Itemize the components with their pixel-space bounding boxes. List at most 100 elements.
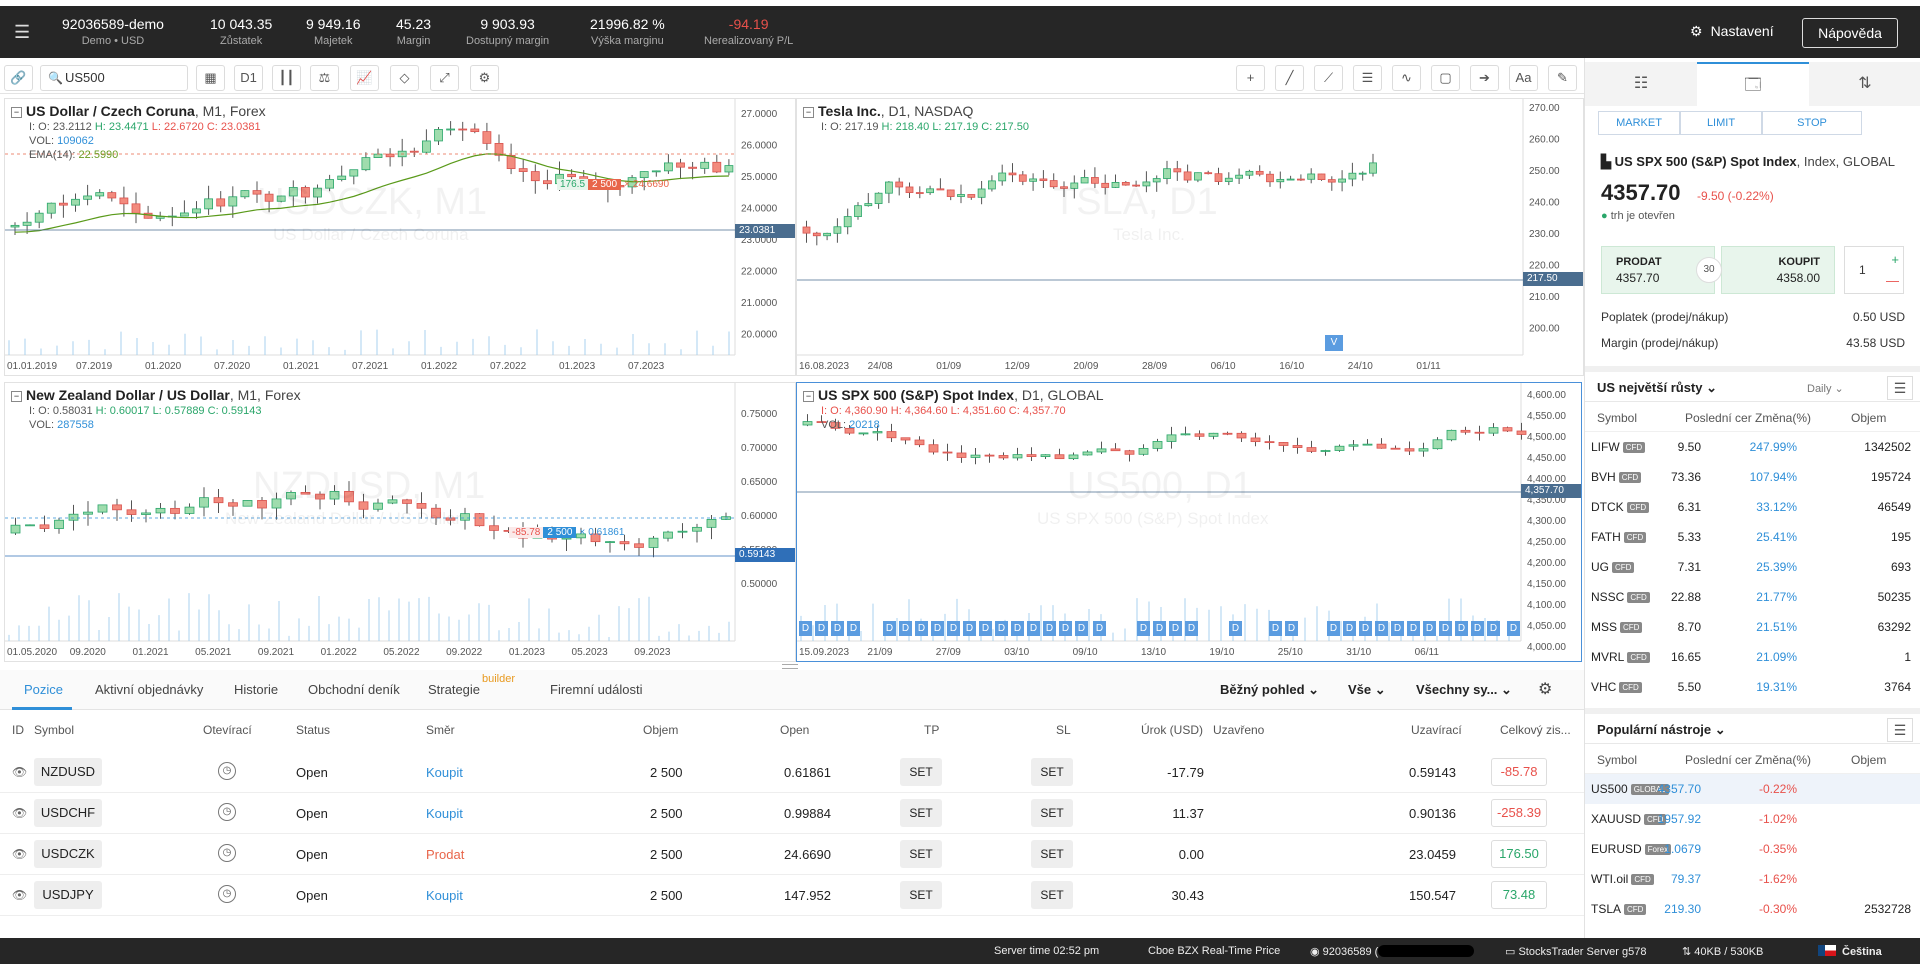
menu-icon[interactable]: ☰ (1887, 718, 1913, 742)
dividend-marker[interactable]: D (883, 621, 896, 636)
dividend-marker[interactable]: D (963, 621, 976, 636)
col-symbol[interactable]: Symbol (34, 723, 74, 737)
dividend-marker[interactable]: D (1391, 621, 1404, 636)
table-row[interactable]: 👁 USDCHF ◷ Open Koupit 2 500 0.99884 SET SET 11.3… (0, 793, 1584, 834)
dividend-marker[interactable]: D (1423, 621, 1436, 636)
col-status[interactable]: Status (296, 723, 330, 737)
dividend-marker[interactable]: D (1327, 621, 1340, 636)
tab-trading-journal[interactable]: Obchodní deník (308, 682, 400, 697)
dividend-marker[interactable]: D (1075, 621, 1088, 636)
eye-icon[interactable]: 👁 (12, 806, 27, 820)
arrow-icon[interactable]: ➔ (1470, 65, 1499, 91)
view-dropdown[interactable]: Běžný pohled ⌄ (1220, 682, 1319, 698)
col-total-pl[interactable]: Celkový zis... (1500, 723, 1571, 737)
language-selector[interactable]: Čeština (1818, 945, 1882, 958)
col-volume[interactable]: Objem (1851, 753, 1886, 767)
tp-set-button[interactable]: SET (900, 881, 942, 909)
dividend-marker[interactable]: D (1093, 621, 1106, 636)
close-icon[interactable]: × (621, 179, 633, 190)
dividend-marker[interactable]: D (899, 621, 912, 636)
dividend-marker[interactable]: D (1359, 621, 1372, 636)
tp-set-button[interactable]: SET (900, 758, 942, 786)
dividend-marker[interactable]: D (1455, 621, 1468, 636)
collapse-icon[interactable]: − (11, 107, 22, 118)
collapse-icon[interactable]: − (803, 107, 814, 118)
period-dropdown[interactable]: Daily ⌄ (1807, 382, 1844, 395)
tab-history[interactable]: Historie (234, 682, 278, 697)
panel-resize-handle[interactable] (782, 664, 798, 669)
clock-icon[interactable]: ◷ (218, 885, 236, 903)
sl-set-button[interactable]: SET (1031, 799, 1073, 827)
col-last-price[interactable]: Poslední cer (1685, 411, 1752, 425)
col-closed[interactable]: Uzavřeno (1213, 723, 1264, 737)
symbol-button[interactable]: USDCZK (34, 840, 102, 868)
list-item[interactable]: US500 GLOBAL 4357.70 -0.22% (1585, 774, 1920, 804)
list-item[interactable]: NSSC CFD 22.88 21.77% 50235 (1585, 582, 1920, 612)
dividend-marker[interactable]: D (979, 621, 992, 636)
table-row[interactable]: 👁 USDCZK ◷ Open Prodat 2 500 24.6690 SET SET 0.00… (0, 834, 1584, 875)
dividend-marker[interactable]: D (1169, 621, 1182, 636)
dividend-marker[interactable]: D (931, 621, 944, 636)
quantity-stepper[interactable]: 1 + — (1844, 246, 1904, 294)
rectangle-icon[interactable]: ▢ (1431, 65, 1460, 91)
position-tag[interactable]: 176.5 2 500 × 24.6690 (557, 178, 669, 194)
gear-icon[interactable]: ⚙ (1538, 679, 1552, 699)
clock-icon[interactable]: ◷ (218, 803, 236, 821)
timeframe-button[interactable]: D1 (234, 65, 263, 91)
col-last-price[interactable]: Poslední cer (1685, 753, 1752, 767)
col-change[interactable]: Změna(%) (1755, 411, 1811, 425)
tp-set-button[interactable]: SET (900, 799, 942, 827)
dividend-marker[interactable]: D (1137, 621, 1150, 636)
trendline-icon[interactable]: ╱ (1275, 65, 1304, 91)
tab-active-orders[interactable]: Aktivní objednávky (95, 682, 203, 697)
fib-icon[interactable]: ∿ (1392, 65, 1421, 91)
chart-usdczk[interactable]: 27.0000 26.0000 25.0000 24.0000 23.0000 22.00… (4, 98, 796, 376)
help-button[interactable]: Nápověda (1802, 18, 1898, 48)
list-item[interactable]: EURUSD Forex 1.0679 -0.35% (1585, 834, 1920, 864)
clock-icon[interactable]: ◷ (218, 844, 236, 862)
sl-set-button[interactable]: SET (1031, 881, 1073, 909)
dividend-marker[interactable]: D (1011, 621, 1024, 636)
col-sl[interactable]: SL (1056, 723, 1071, 737)
order-ticket-icon[interactable]: 🗔 (1697, 62, 1809, 106)
eye-icon[interactable]: 👁 (12, 847, 27, 861)
dividend-marker[interactable]: D (1343, 621, 1356, 636)
dividend-marker[interactable]: D (831, 621, 844, 636)
eye-icon[interactable]: 👁 (12, 888, 27, 902)
col-direction[interactable]: Směr (426, 723, 455, 737)
dividend-marker[interactable]: D (1487, 621, 1500, 636)
search-input[interactable] (65, 70, 181, 85)
dividend-marker[interactable]: D (915, 621, 928, 636)
dividend-marker[interactable]: D (1043, 621, 1056, 636)
settings-button[interactable]: ⚙ Nastavení (1690, 23, 1774, 40)
dividend-marker[interactable]: D (1229, 621, 1242, 636)
dividend-marker[interactable]: D (1507, 621, 1520, 636)
list-item[interactable]: VHC CFD 5.50 19.31% 3764 (1585, 672, 1920, 702)
close-icon[interactable]: × (576, 527, 588, 538)
list-item[interactable]: MSS CFD 8.70 21.51% 63292 (1585, 612, 1920, 642)
dividend-marker[interactable]: D (799, 621, 812, 636)
chart-settings-icon[interactable]: ⚙ (470, 65, 499, 91)
tab-positions[interactable]: Pozice (24, 682, 63, 697)
list-icon[interactable]: ☷ (1585, 62, 1697, 106)
crosshair-icon[interactable]: + (1236, 65, 1265, 91)
col-volume[interactable]: Objem (643, 723, 678, 737)
list-item[interactable]: UG CFD 7.31 25.39% 693 (1585, 552, 1920, 582)
chart-us500[interactable]: 4,600.00 4,550.00 4,500.00 4,450.00 4,400.00… (796, 382, 1582, 662)
list-item[interactable]: TSLA CFD 219.30 -0.30% 2532728 (1585, 894, 1920, 924)
chart-tsla[interactable]: 270.00 260.00 250.00 240.00 230.00 220.00 210.… (796, 98, 1584, 376)
dividend-marker[interactable]: D (1407, 621, 1420, 636)
indicator-icon[interactable]: 📈 (350, 65, 379, 91)
popular-dropdown[interactable]: Populární nástroje ⌄ (1597, 722, 1726, 738)
dividend-marker[interactable]: D (1375, 621, 1388, 636)
symbols-dropdown[interactable]: Všechny sy... ⌄ (1416, 682, 1512, 698)
col-change[interactable]: Změna(%) (1755, 753, 1811, 767)
eye-icon[interactable]: 👁 (12, 765, 27, 779)
col-symbol[interactable]: Symbol (1597, 753, 1637, 767)
filter-all-dropdown[interactable]: Vše ⌄ (1348, 682, 1386, 698)
order-type-stop[interactable]: STOP (1762, 111, 1862, 135)
dividend-marker[interactable]: D (1153, 621, 1166, 636)
list-item[interactable]: DTCK CFD 6.31 33.12% 46549 (1585, 492, 1920, 522)
dividend-marker[interactable]: D (1059, 621, 1072, 636)
table-row[interactable]: 👁 USDJPY ◷ Open Koupit 2 500 147.952 SET SET 30.4… (0, 875, 1584, 916)
